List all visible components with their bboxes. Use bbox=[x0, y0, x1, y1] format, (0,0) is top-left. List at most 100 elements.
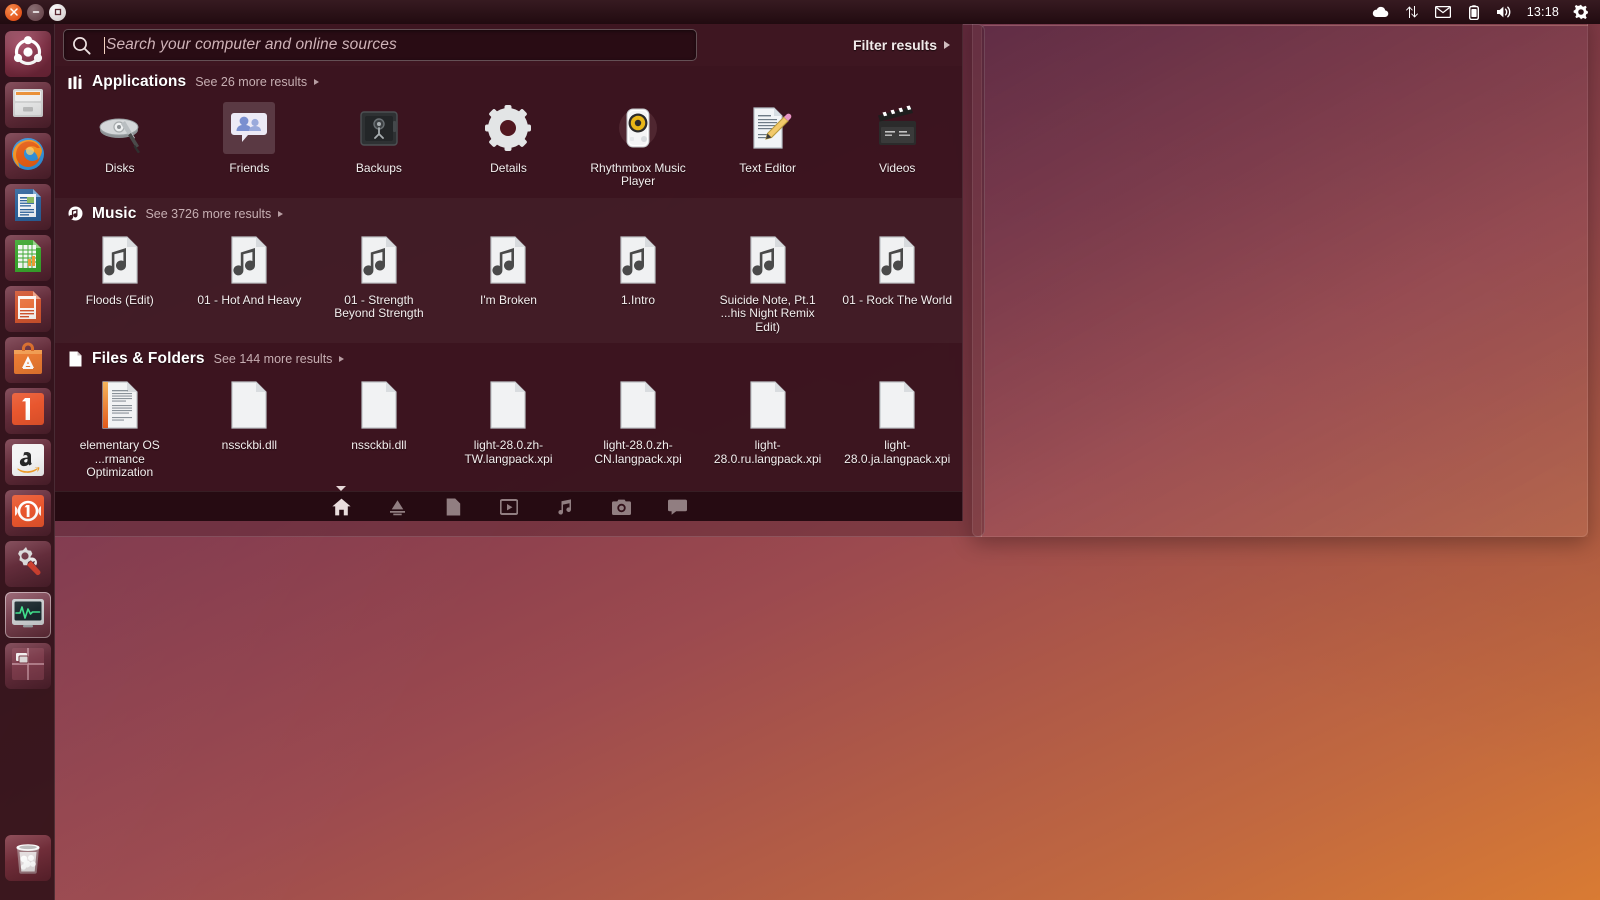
launcher-item-ubuntu-one[interactable] bbox=[4, 388, 51, 434]
software-bag-icon bbox=[11, 342, 45, 379]
panel-shading bbox=[0, 0, 1600, 24]
result-label: 01 - Hot And Heavy bbox=[197, 292, 302, 307]
result-item[interactable]: Videos bbox=[832, 96, 962, 198]
network-icon[interactable] bbox=[1403, 4, 1421, 20]
lens-music[interactable] bbox=[553, 496, 577, 518]
result-item[interactable]: light-28.0.zh-CN.langpack.xpi bbox=[573, 373, 703, 488]
search-input[interactable]: Search your computer and online sources bbox=[63, 29, 697, 61]
blank-document-icon bbox=[482, 379, 534, 431]
blank-document-icon bbox=[612, 379, 664, 431]
filter-results-button[interactable]: Filter results bbox=[853, 37, 950, 53]
lens-home[interactable] bbox=[329, 496, 353, 518]
launcher-item-software-center[interactable] bbox=[4, 337, 51, 383]
lens-messages[interactable] bbox=[665, 496, 689, 518]
section-title: Files & Folders bbox=[92, 350, 205, 368]
lens-video[interactable] bbox=[497, 496, 521, 518]
lens-applications[interactable] bbox=[385, 496, 409, 518]
result-label: light-28.0.ru.langpack.xpi bbox=[713, 438, 822, 466]
result-label: 1.Intro bbox=[621, 292, 656, 307]
window-minimize-button[interactable] bbox=[27, 3, 44, 21]
home-icon bbox=[331, 498, 351, 516]
result-item[interactable]: Details bbox=[444, 96, 574, 198]
audio-file-icon bbox=[612, 234, 664, 286]
result-item[interactable]: light-28.0.zh-TW.langpack.xpi bbox=[444, 373, 574, 488]
window-maximize-button[interactable] bbox=[49, 3, 66, 21]
gear-wrench-icon bbox=[11, 545, 45, 584]
result-label: nssckbi.dll bbox=[351, 438, 407, 453]
launcher-item-amazon[interactable] bbox=[4, 439, 51, 485]
launcher-item-firefox[interactable] bbox=[4, 133, 51, 179]
launcher-item-impress[interactable] bbox=[4, 286, 51, 332]
launcher-item-trash[interactable] bbox=[4, 835, 51, 881]
mail-icon[interactable] bbox=[1434, 4, 1452, 20]
chevron-right-icon bbox=[314, 79, 320, 85]
launcher-item-workspace-switcher[interactable] bbox=[4, 643, 51, 689]
result-label: 01 - Strength Beyond Strength bbox=[334, 292, 424, 321]
result-label: I'm Broken bbox=[480, 292, 537, 307]
volume-icon[interactable] bbox=[1496, 4, 1514, 20]
result-item[interactable]: 01 - Rock The World bbox=[832, 228, 962, 343]
window-close-button[interactable] bbox=[5, 3, 22, 21]
lens-files[interactable] bbox=[441, 496, 465, 518]
result-item[interactable]: light-28.0.ja.langpack.xpi bbox=[832, 373, 962, 488]
result-label: Disks bbox=[105, 161, 135, 175]
power-gear-icon[interactable] bbox=[1572, 4, 1590, 20]
unity-dash: Search your computer and online sources … bbox=[55, 24, 963, 521]
result-item[interactable]: Disks bbox=[55, 96, 185, 198]
lens-photos[interactable] bbox=[609, 496, 633, 518]
battery-icon[interactable] bbox=[1465, 4, 1483, 20]
music-note-icon bbox=[67, 206, 83, 222]
background-window-content bbox=[981, 25, 1588, 537]
result-label: light-28.0.zh-TW.langpack.xpi bbox=[464, 438, 553, 466]
messages-lens-icon bbox=[667, 499, 687, 515]
text-document-icon bbox=[94, 379, 146, 431]
cloud-icon[interactable] bbox=[1372, 4, 1390, 20]
result-item[interactable]: Rhythmbox Music Player bbox=[573, 96, 703, 198]
result-item[interactable]: Floods (Edit) bbox=[55, 228, 185, 343]
launcher-item-dash-home[interactable] bbox=[4, 31, 51, 77]
background-window[interactable] bbox=[972, 17, 1588, 537]
result-item[interactable]: elementary OS ...rmance Optimization bbox=[55, 373, 185, 488]
monitor-graph-icon bbox=[11, 598, 45, 633]
result-item[interactable]: Backups bbox=[314, 96, 444, 198]
results-grid-files-and-folders: elementary OS ...rmance Optimization nssc… bbox=[55, 373, 962, 488]
result-item[interactable]: Friends bbox=[185, 96, 315, 198]
disks-icon bbox=[94, 102, 146, 154]
writer-icon bbox=[13, 188, 43, 227]
photos-lens-icon bbox=[611, 499, 631, 515]
result-item[interactable]: Text Editor bbox=[703, 96, 833, 198]
clock[interactable]: 13:18 bbox=[1527, 5, 1559, 19]
result-item[interactable]: 1.Intro bbox=[573, 228, 703, 343]
audio-file-icon bbox=[742, 234, 794, 286]
top-panel: 13:18 bbox=[0, 0, 1600, 24]
launcher-item-system-monitor[interactable] bbox=[4, 592, 51, 638]
section-header-applications: Applications See 26 more results bbox=[55, 66, 962, 96]
launcher-item-writer[interactable] bbox=[4, 184, 51, 230]
launcher-item-system-settings[interactable] bbox=[4, 541, 51, 587]
search-icon bbox=[72, 36, 91, 55]
result-item[interactable]: Suicide Note, Pt.1 ...his Night Remix Ed… bbox=[703, 228, 833, 343]
result-label: Videos bbox=[878, 161, 916, 175]
result-label: Backups bbox=[355, 161, 402, 175]
audio-file-icon bbox=[223, 234, 275, 286]
chevron-right-icon bbox=[278, 210, 284, 217]
section-more-results[interactable]: See 3726 more results bbox=[145, 207, 284, 221]
launcher-item-calc[interactable] bbox=[4, 235, 51, 281]
results-grid-music: Floods (Edit) 01 - Hot And Heavy 01 - Stre… bbox=[55, 228, 962, 343]
videos-clapper-icon bbox=[871, 102, 923, 154]
result-label: Text Editor bbox=[739, 161, 796, 175]
section-more-results[interactable]: See 144 more results bbox=[214, 352, 345, 366]
result-item[interactable]: nssckbi.dll bbox=[314, 373, 444, 488]
applications-icon bbox=[67, 74, 83, 90]
result-label: Rhythmbox Music Player bbox=[590, 161, 686, 189]
section-more-results[interactable]: See 26 more results bbox=[195, 75, 320, 89]
launcher-item-ubuntu-one-music[interactable] bbox=[4, 490, 51, 536]
result-item[interactable]: nssckbi.dll bbox=[185, 373, 315, 488]
launcher-item-files[interactable] bbox=[4, 82, 51, 128]
result-label: light-28.0.ja.langpack.xpi bbox=[844, 438, 951, 466]
result-item[interactable]: 01 - Strength Beyond Strength bbox=[314, 228, 444, 343]
result-item[interactable]: light-28.0.ru.langpack.xpi bbox=[703, 373, 833, 488]
result-item[interactable]: I'm Broken bbox=[444, 228, 574, 343]
result-item[interactable]: 01 - Hot And Heavy bbox=[185, 228, 315, 343]
dash-header: Search your computer and online sources … bbox=[55, 24, 962, 66]
